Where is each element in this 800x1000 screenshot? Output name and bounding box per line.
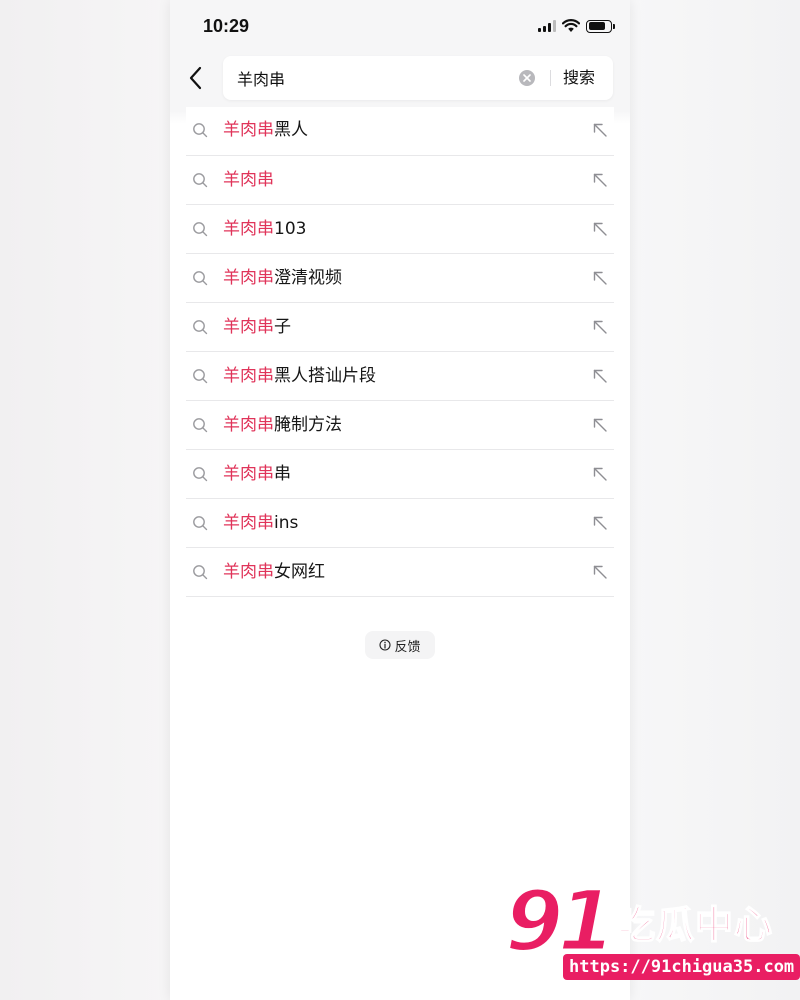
- suggestion-rest: ins: [274, 513, 299, 533]
- wifi-icon: [562, 19, 580, 32]
- fill-query-arrow-icon[interactable]: [592, 417, 608, 433]
- suggestion-highlight: 羊肉串: [223, 513, 274, 533]
- watermark-name: 吃瓜中心: [616, 902, 774, 948]
- suggestion-text: 羊肉串澄清视频: [223, 254, 342, 303]
- suggestion-rest: 103: [274, 219, 307, 239]
- search-divider: [550, 70, 551, 86]
- close-icon: [523, 74, 531, 82]
- suggestion-highlight: 羊肉串: [223, 366, 274, 386]
- search-icon: [193, 369, 208, 384]
- chevron-left-icon: [189, 66, 202, 90]
- search-submit-button[interactable]: 搜索: [563, 56, 595, 100]
- suggestion-rest: 黑人搭讪片段: [274, 366, 376, 386]
- header-area: 10:29 羊肉串 搜索: [170, 0, 630, 112]
- fill-query-arrow-icon[interactable]: [592, 270, 608, 286]
- fill-query-arrow-icon[interactable]: [592, 122, 608, 138]
- suggestion-highlight: 羊肉串: [223, 415, 274, 435]
- suggestion-highlight: 羊肉串: [223, 268, 274, 288]
- suggestion-text: 羊肉串串: [223, 450, 291, 499]
- suggestion-item[interactable]: 羊肉串103: [186, 205, 614, 254]
- suggestion-rest: 子: [274, 317, 291, 337]
- suggestion-highlight: 羊肉串: [223, 562, 274, 582]
- clear-input-button[interactable]: [519, 70, 535, 86]
- status-icons: [538, 18, 615, 34]
- suggestion-item[interactable]: 羊肉串腌制方法: [186, 401, 614, 450]
- search-row: 搜索: [170, 56, 630, 100]
- suggestion-rest: 澄清视频: [274, 268, 342, 288]
- suggestion-text: 羊肉串: [223, 156, 274, 205]
- fill-query-arrow-icon[interactable]: [592, 368, 608, 384]
- status-time: 10:29: [203, 16, 250, 36]
- suggestion-item[interactable]: 羊肉串黑人搭讪片段: [186, 352, 614, 401]
- battery-icon: [586, 19, 615, 33]
- background-left: [0, 0, 170, 1000]
- suggestion-text: 羊肉串子: [223, 303, 291, 352]
- feedback-label: 反馈: [394, 639, 421, 655]
- suggestion-highlight: 羊肉串: [223, 317, 274, 337]
- suggestion-highlight: 羊肉串: [223, 120, 274, 140]
- fill-query-arrow-icon[interactable]: [592, 319, 608, 335]
- suggestion-item[interactable]: 羊肉串ins: [186, 499, 614, 548]
- suggestion-list: 羊肉串黑人 羊肉串 羊肉串103 羊肉串澄清视频 羊肉串子 羊肉串黑人搭讪片段 羊肉串腌制方…: [186, 107, 614, 597]
- search-icon: [193, 123, 208, 138]
- background-right: [630, 0, 800, 1000]
- suggestion-rest: 腌制方法: [274, 415, 342, 435]
- suggestion-text: 羊肉串腌制方法: [223, 401, 342, 450]
- suggestion-item[interactable]: 羊肉串黑人: [186, 107, 614, 156]
- suggestion-text: 羊肉串103: [223, 205, 306, 254]
- fill-query-arrow-icon[interactable]: [592, 515, 608, 531]
- search-icon: [193, 565, 208, 580]
- search-icon: [193, 320, 208, 335]
- cellular-signal-icon: [538, 20, 556, 32]
- suggestion-text: 羊肉串黑人搭讪片段: [223, 352, 376, 401]
- feedback-button[interactable]: 反馈: [365, 631, 435, 659]
- watermark-logo: 91 吃瓜中心 https://91chigua35.com: [504, 871, 800, 990]
- suggestion-item[interactable]: 羊肉串子: [186, 303, 614, 352]
- search-icon: [193, 467, 208, 482]
- fill-query-arrow-icon[interactable]: [592, 172, 608, 188]
- suggestion-highlight: 羊肉串: [223, 170, 274, 190]
- suggestion-rest: 串: [274, 464, 291, 484]
- suggestion-item[interactable]: 羊肉串澄清视频: [186, 254, 614, 303]
- watermark-url: https://91chigua35.com: [563, 954, 800, 980]
- search-icon: [193, 222, 208, 237]
- fill-query-arrow-icon[interactable]: [592, 466, 608, 482]
- suggestion-highlight: 羊肉串: [223, 464, 274, 484]
- phone-screen: 10:29 羊肉串 搜索 羊肉串黑人 羊肉串 羊肉串103 羊肉串澄清视频 羊肉…: [170, 0, 630, 1000]
- suggestion-item[interactable]: 羊肉串女网红: [186, 548, 614, 597]
- search-icon: [193, 516, 208, 531]
- search-icon: [193, 173, 208, 188]
- suggestion-text: 羊肉串黑人: [223, 106, 308, 155]
- suggestion-rest: 女网红: [274, 562, 325, 582]
- search-icon: [193, 418, 208, 433]
- search-box: 搜索: [223, 56, 613, 100]
- suggestion-item[interactable]: 羊肉串串: [186, 450, 614, 499]
- info-icon: [379, 639, 392, 651]
- status-bar: 10:29: [170, 0, 630, 50]
- suggestion-text: 羊肉串女网红: [223, 548, 325, 597]
- back-button[interactable]: [184, 64, 208, 92]
- suggestion-rest: 黑人: [274, 120, 308, 140]
- fill-query-arrow-icon[interactable]: [592, 221, 608, 237]
- suggestion-item[interactable]: 羊肉串: [186, 156, 614, 205]
- fill-query-arrow-icon[interactable]: [592, 564, 608, 580]
- search-icon: [193, 271, 208, 286]
- suggestion-text: 羊肉串ins: [223, 499, 298, 548]
- search-input[interactable]: [237, 56, 507, 100]
- suggestion-highlight: 羊肉串: [223, 219, 274, 239]
